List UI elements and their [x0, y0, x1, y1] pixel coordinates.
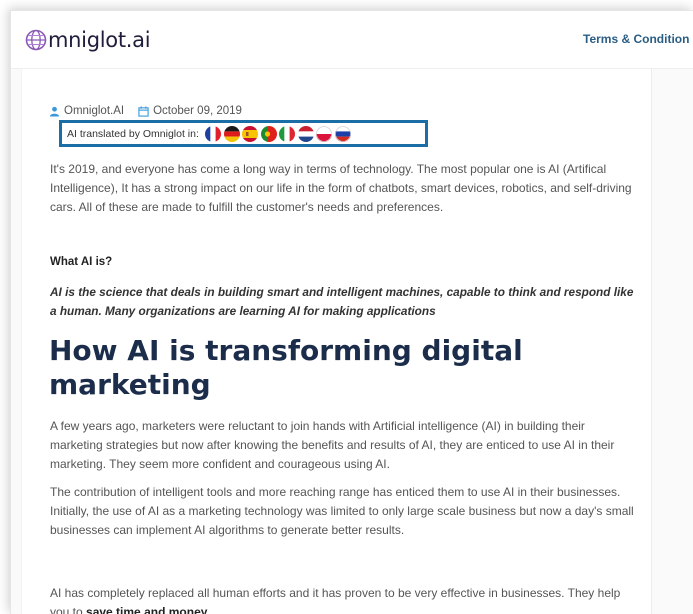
germany-flag-icon[interactable]	[223, 125, 240, 142]
site-logo[interactable]: mniglot.ai	[25, 27, 151, 53]
netherlands-flag-icon[interactable]	[297, 125, 314, 142]
save-time-money-text: save time and money	[86, 605, 208, 614]
browser-frame: mniglot.ai Terms & Condition Omniglot.AI…	[10, 10, 693, 614]
post-meta: Omniglot.AI October 09, 2019	[49, 105, 242, 117]
poland-flag-icon[interactable]	[316, 125, 333, 142]
article-container: Omniglot.AI October 09, 2019 AI translat…	[21, 69, 652, 614]
article-heading: How AI is transforming digital marketing	[49, 334, 523, 401]
ai-definition: AI is the science that deals in building…	[50, 285, 634, 318]
user-icon	[49, 106, 60, 117]
portugal-flag-icon[interactable]	[260, 125, 277, 142]
post-date: October 09, 2019	[153, 105, 242, 117]
nav-terms-link[interactable]: Terms & Condition	[583, 32, 689, 46]
italy-flag-icon[interactable]	[279, 125, 296, 142]
translation-bar: AI translated by Omniglot in:	[59, 120, 428, 147]
paragraph-replaced-end: .	[207, 605, 211, 614]
paragraph-contribution: The contribution of intelligent tools an…	[50, 485, 634, 537]
globe-icon	[25, 29, 47, 51]
logo-text: mniglot.ai	[48, 28, 151, 52]
calendar-icon	[138, 105, 149, 117]
what-ai-heading: What AI is?	[50, 256, 113, 268]
france-flag-icon[interactable]	[205, 125, 222, 142]
intro-paragraph: It's 2019, and everyone has come a long …	[50, 162, 632, 214]
paragraph-marketers: A few years ago, marketers were reluctan…	[50, 419, 615, 471]
site-header: mniglot.ai Terms & Condition	[11, 11, 693, 69]
spain-flag-icon[interactable]	[242, 125, 259, 142]
paragraph-replaced: AI has completely replaced all human eff…	[50, 584, 640, 614]
post-author[interactable]: Omniglot.AI	[64, 105, 124, 117]
russia-flag-icon[interactable]	[334, 125, 351, 142]
translation-label: AI translated by Omniglot in:	[67, 127, 199, 140]
